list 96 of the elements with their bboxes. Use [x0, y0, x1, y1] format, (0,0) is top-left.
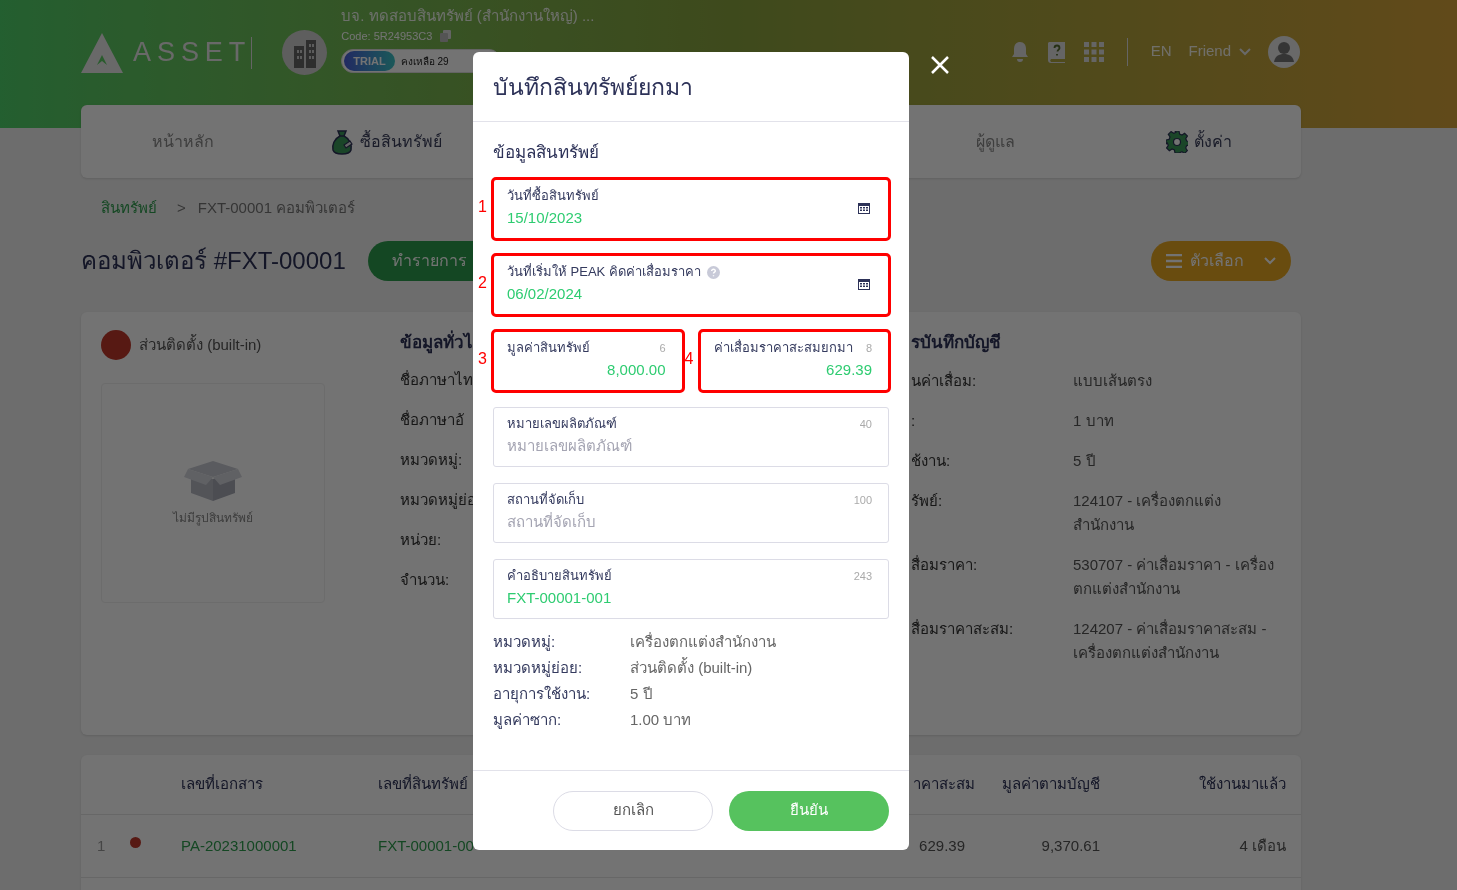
page-title: คอมพิวเตอร์ #FXT-00001 [81, 246, 346, 276]
form-field[interactable]: สถานที่จัดเก็บ 100 สถานที่จัดเก็บ [493, 483, 889, 543]
info-label: สื่อมราคา: [911, 554, 979, 575]
info-label: หมวดหมู่ย่อ [400, 490, 473, 511]
char-counter: 243 [853, 568, 872, 584]
column-header: มูลค่าตามบัญชี [1001, 774, 1100, 795]
annotation-number: 3 [478, 350, 487, 368]
info-value: 530707 - ค่าเสื่อมราคา - เครื่อง ตกแต่งสำนักงาน [1073, 554, 1275, 599]
user-avatar-icon[interactable] [1268, 35, 1300, 68]
table-cell-text: 629.39 [918, 835, 965, 856]
field-label: สถานที่จัดเก็บ [507, 490, 584, 510]
char-counter: 40 [859, 416, 872, 432]
input-field[interactable]: 06/02/2024 [507, 281, 872, 305]
apps-grid-icon[interactable] [1083, 41, 1104, 62]
annotation-number: 4 [684, 350, 694, 368]
section-title: รบันทึกบัญชี [911, 332, 1002, 355]
field-label: มูลค่าสินทรัพย์ [507, 339, 590, 358]
section-title: ข้อมูลสินทรัพย์ [493, 142, 600, 164]
info-label: นค่าเสื่อม: [911, 370, 978, 391]
logo-text: ASSET [133, 39, 252, 66]
trial-badge: TRIAL [344, 51, 395, 72]
summary-label: หมวดหมู่ย่อย: [493, 657, 584, 679]
input-field[interactable]: 8,000.00 [507, 357, 666, 381]
info-value: แบบเส้นตรง [1073, 371, 1153, 391]
bell-icon[interactable] [1009, 40, 1030, 63]
help-book-icon[interactable] [1046, 40, 1067, 63]
column-header: ใช้งานมาแล้ว [1198, 774, 1286, 795]
char-counter: 100 [853, 492, 872, 508]
field-label: หมายเลขผลิตภัณฑ์ [507, 415, 617, 434]
column-header: เลขที่เอกสาร [181, 773, 264, 795]
summary-label: หมวดหมู่: [493, 631, 557, 653]
summary-label: มูลค่าซาก: [493, 709, 563, 731]
summary-value: เครื่องตกแต่งสำนักงาน [630, 631, 776, 652]
language-link[interactable]: EN [1150, 40, 1172, 63]
summary-value: 5 ปี [630, 683, 653, 704]
table-cell-text: 9,370.61 [1040, 835, 1100, 856]
modal-title: บันทึกสินทรัพย์ยกมา [493, 73, 693, 103]
company-name: บจ. ทดสอบสินทรัพย์ (สำนักงานใหญ่) ... [341, 5, 595, 26]
field-label: วันที่เริ่มให้ PEAK คิดค่าเสื่อมราคา [507, 262, 701, 282]
calendar-icon[interactable] [858, 202, 870, 214]
user-name[interactable]: Friend [1188, 40, 1231, 63]
section-title: ข้อมูลทั่วไ [400, 330, 473, 356]
input-field[interactable]: 629.39 [713, 357, 872, 381]
info-value: 5 ปี [1073, 451, 1097, 471]
field-label: วันที่ซื้อสินทรัพย์ [507, 186, 599, 206]
asset-link[interactable]: FXT-00001-00 [378, 834, 473, 858]
form-field[interactable]: หมายเลขผลิตภัณฑ์ 40 หมายเลขผลิตภัณฑ์ [493, 407, 889, 467]
settings-icon [1166, 130, 1189, 153]
help-icon[interactable] [706, 265, 720, 279]
document-link[interactable]: PA-20231000001 [181, 834, 378, 858]
table-cell-text: 4 เดือน [1238, 835, 1286, 856]
menu-icon [1166, 254, 1182, 268]
input-field[interactable]: FXT-00001-001 [507, 585, 872, 609]
money-bag-icon [330, 128, 354, 155]
input-field[interactable]: 15/10/2023 [507, 205, 872, 229]
nav-item[interactable]: ซื้อสินทรัพย์ [360, 129, 442, 154]
summary-label: อายุการใช้งาน: [493, 683, 592, 706]
char-counter: 6 [659, 340, 666, 356]
info-label: ชื่อภาษาอั [400, 409, 465, 430]
info-label: ชื่อภาษาไท [400, 369, 473, 390]
input-field[interactable]: หมายเลขผลิตภัณฑ์ [507, 433, 872, 457]
column-header: เลขที่สินทรัพย์ [378, 773, 469, 795]
summary-value: ส่วนติดตั้ง (built-in) [630, 656, 753, 678]
chevron-down-icon [1239, 47, 1251, 56]
info-label: สื่อมราคาสะสม: [911, 618, 1015, 639]
calendar-icon[interactable] [858, 278, 870, 290]
breadcrumb-current: FXT-00001 คอมพิวเตอร์ [197, 197, 356, 218]
form-field[interactable]: คำอธิบายสินทรัพย์ 243 FXT-00001-001 [493, 559, 889, 619]
days-remaining: คงเหลือ 29 [400, 54, 449, 69]
info-label: ช้งาน: [911, 451, 952, 471]
logo-icon [81, 32, 123, 73]
info-label: จำนวน: [400, 570, 451, 590]
annotation-number: 1 [478, 198, 487, 216]
nav-item[interactable]: ตั้งค่า [1194, 129, 1233, 154]
char-counter: 8 [865, 340, 872, 356]
chevron-down-icon [1264, 257, 1276, 265]
info-label: หมวดหมู่: [400, 450, 464, 471]
confirm-button[interactable]: ยืนยัน [729, 790, 889, 831]
options-button[interactable]: ตัวเลือก [1151, 241, 1291, 281]
company-code: Code: 5R24953C3 [341, 28, 433, 44]
field-label: ค่าเสื่อมราคาสะสมยกมา [713, 338, 853, 358]
info-label: รัพย์: [911, 491, 944, 511]
breadcrumb-link[interactable]: สินทรัพย์ [101, 196, 157, 220]
breadcrumb-separator: > [177, 197, 186, 218]
field-label: คำอธิบายสินทรัพย์ [507, 567, 612, 586]
copy-icon[interactable] [440, 30, 452, 42]
building-avatar [282, 30, 328, 75]
info-value: 1 บาท [1073, 411, 1115, 431]
summary-value: 1.00 บาท [630, 709, 692, 730]
info-value: 124107 - เครื่องตกแต่ง สำนักงาน [1073, 490, 1223, 535]
input-field[interactable]: สถานที่จัดเก็บ [507, 509, 872, 533]
category-label: ส่วนติดตั้ง (built-in) [139, 333, 262, 355]
info-label: : [911, 411, 917, 431]
empty-box-icon [184, 459, 242, 503]
info-value: 124207 - ค่าเสื่อมราคาสะสม - เครื่องตกแต่งสำนักงาน [1073, 618, 1268, 663]
info-label: หน่วย: [400, 530, 443, 550]
